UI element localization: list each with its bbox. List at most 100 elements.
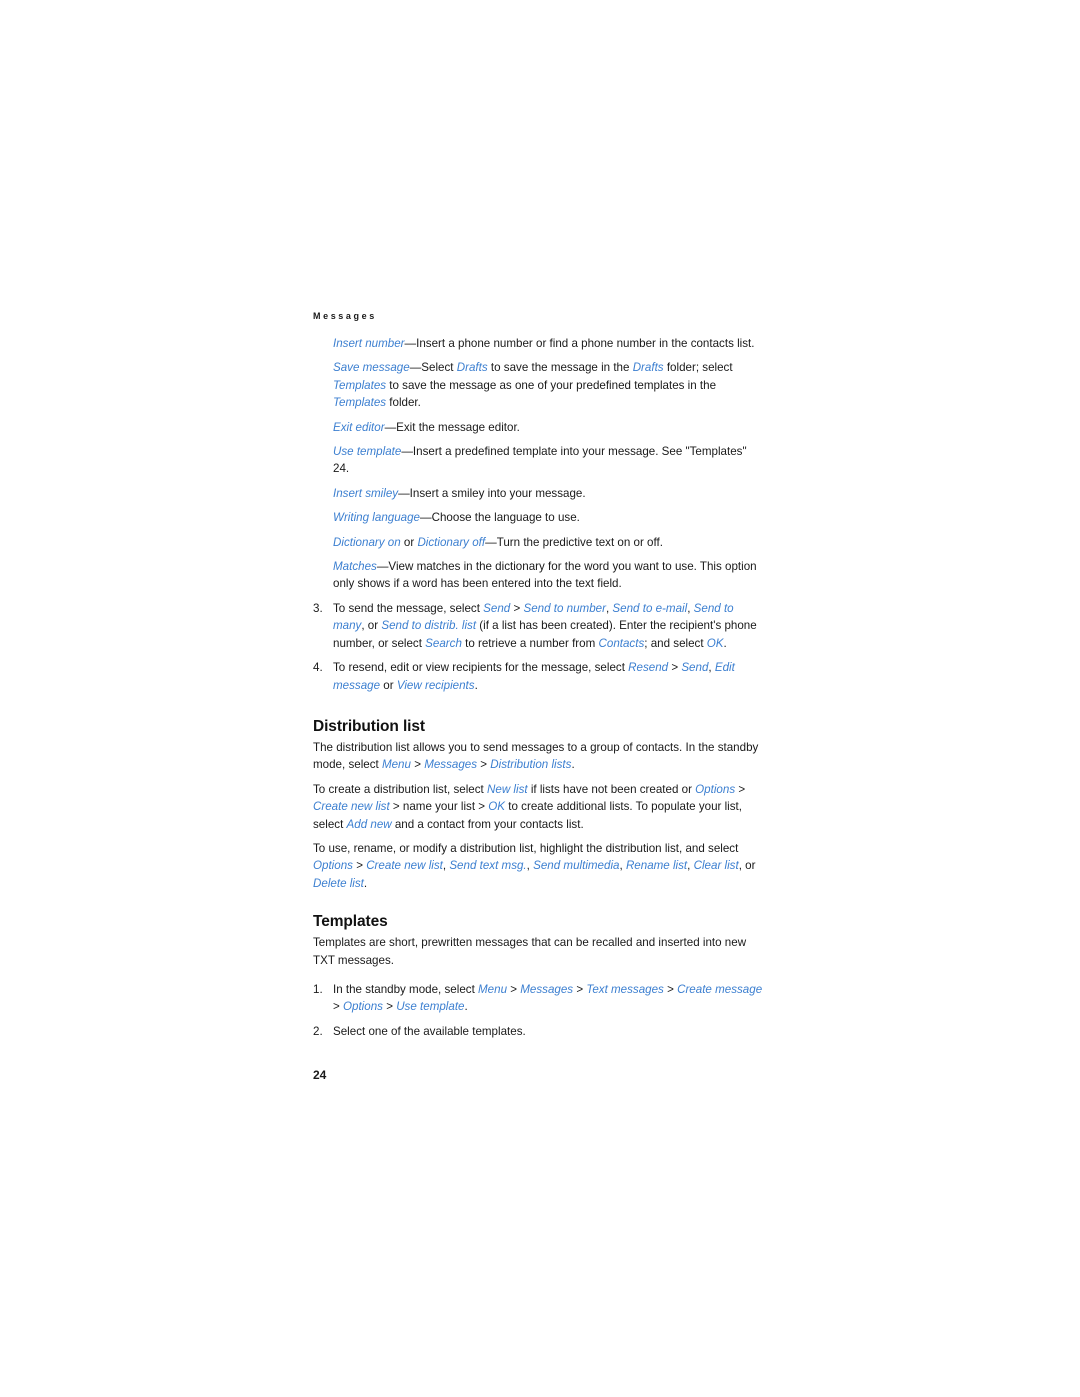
ui-term: Use template	[396, 1000, 465, 1014]
step-number: 4.	[313, 661, 323, 675]
body-text: , or	[361, 619, 382, 633]
templates-intro: Templates are short, prewritten messages…	[313, 936, 747, 967]
option-entry: Insert smiley—Insert a smiley into your …	[333, 485, 763, 502]
body-text: Select one of the available templates.	[333, 1024, 526, 1038]
ui-term: Messages	[424, 758, 478, 772]
ui-term: Templates	[333, 396, 387, 410]
ui-term: Rename list	[625, 859, 688, 873]
body-text: > name your list >	[389, 800, 489, 814]
ui-term: Create message	[677, 982, 763, 996]
body-text: folder; select	[663, 361, 733, 375]
option-description: Exit the message editor.	[396, 420, 520, 434]
body-text: to save the message as one of your prede…	[386, 378, 717, 392]
em-dash: —	[398, 486, 410, 500]
option-entry: Save message—Select Drafts to save the m…	[333, 359, 763, 411]
option-term: Matches	[333, 560, 377, 574]
body-text: or	[380, 678, 397, 692]
ui-term: Options	[343, 1000, 383, 1014]
templates-section: Templates Templates are short, prewritte…	[313, 911, 763, 1040]
ui-term: View recipients	[396, 678, 475, 692]
body-text: folder.	[386, 396, 421, 410]
step-item: 1. In the standby mode, select Menu > Mes…	[313, 981, 763, 1016]
body-text: To use, rename, or modify a distribution…	[313, 841, 739, 855]
body-text: >	[663, 982, 678, 996]
em-dash: —	[485, 535, 497, 549]
option-description: Turn the predictive text on or off.	[496, 535, 663, 549]
body-text: >	[510, 601, 524, 615]
distribution-list-section: Distribution list The distribution list …	[313, 716, 763, 892]
option-term: Insert smiley	[333, 486, 399, 500]
ui-term: Contacts	[598, 636, 645, 650]
body-text: >	[352, 859, 367, 873]
em-dash: —	[376, 560, 389, 574]
body-text: To resend, edit or view recipients for t…	[333, 661, 629, 675]
ui-term: Clear list	[693, 859, 739, 873]
body-text: >	[573, 982, 587, 996]
body-text: Select	[421, 361, 457, 375]
body-text: .	[464, 1000, 468, 1014]
ui-term: Create new list	[366, 859, 443, 873]
ui-term: Send text msg.	[449, 859, 527, 873]
option-description: Insert a smiley into your message.	[409, 486, 586, 500]
ui-term: Send to e-mail	[612, 601, 688, 615]
step-number: 3.	[313, 601, 323, 615]
ui-term: Delete list	[313, 876, 364, 890]
option-entry: Insert number—Insert a phone number or f…	[333, 335, 763, 352]
body-text: In the standby mode, select	[333, 982, 479, 996]
option-entry: Use template—Insert a predefined templat…	[333, 443, 763, 478]
em-dash: —	[384, 420, 397, 434]
step-text: Select one of the available templates.	[333, 1025, 526, 1038]
body-text: >	[333, 1000, 343, 1014]
body-text: To send the message, select	[333, 601, 484, 615]
option-description: View matches in the dictionary for the w…	[333, 560, 757, 591]
step-text: To resend, edit or view recipients for t…	[333, 661, 735, 691]
body-text: >	[477, 758, 491, 772]
ui-term: Send	[483, 601, 511, 615]
ui-term: Add new	[346, 817, 392, 831]
option-entry: Matches—View matches in the dictionary f…	[333, 558, 763, 593]
option-entry: Writing language—Choose the language to …	[333, 509, 763, 526]
option-term: Writing language	[333, 511, 421, 525]
ui-term: Drafts	[632, 361, 664, 375]
em-dash: —	[409, 361, 422, 375]
ui-term: Send multimedia	[533, 859, 620, 873]
running-header: Messages	[313, 311, 377, 321]
option-description: Choose the language to use.	[431, 511, 580, 525]
body-text: or	[400, 535, 418, 549]
step-item: 4. To resend, edit or view recipients for…	[313, 659, 763, 694]
em-dash: —	[404, 337, 417, 350]
body-text: >	[507, 982, 521, 996]
ui-term: OK	[488, 800, 506, 814]
step-item: 2. Select one of the available templates.	[313, 1023, 763, 1040]
paragraph: To use, rename, or modify a distribution…	[313, 840, 763, 892]
ui-term: Distribution lists	[490, 758, 572, 772]
body-text: to retrieve a number from	[461, 636, 599, 650]
body-text: if lists have not been created or	[527, 782, 696, 796]
body-text: .	[474, 678, 478, 692]
ui-term: Messages	[520, 982, 574, 996]
paragraph: The distribution list allows you to send…	[313, 739, 763, 774]
distribution-list-body: The distribution list allows you to send…	[313, 739, 763, 892]
body-text: .	[571, 758, 575, 772]
option-description: Insert a phone number or find a phone nu…	[416, 337, 755, 350]
option-term: Save message	[333, 361, 410, 375]
body-text: .	[363, 876, 368, 890]
ui-term: Send to distrib. list	[381, 619, 477, 633]
option-entry: Dictionary on or Dictionary off—Turn the…	[333, 534, 763, 551]
em-dash: —	[401, 445, 413, 459]
send-steps-list: 3. To send the message, select Send > Sen…	[313, 600, 763, 694]
body-text: , or	[738, 859, 756, 873]
ui-term: Menu	[381, 758, 411, 772]
body-text: >	[668, 661, 682, 675]
body-text: >	[735, 782, 746, 796]
templates-steps-list: 1. In the standby mode, select Menu > Mes…	[313, 981, 763, 1040]
distribution-list-heading: Distribution list	[313, 717, 425, 735]
ui-term: New list	[487, 782, 528, 796]
options-list: Insert number—Insert a phone number or f…	[333, 335, 763, 593]
body-text: .	[723, 636, 727, 650]
ui-term: Options	[695, 782, 736, 796]
body-text: and a contact from your contacts list.	[391, 817, 584, 831]
manual-page: Messages Insert number—Insert a phone nu…	[0, 0, 1080, 1397]
body-text: to save the message in the	[487, 361, 633, 375]
ui-term: Send	[681, 661, 709, 675]
